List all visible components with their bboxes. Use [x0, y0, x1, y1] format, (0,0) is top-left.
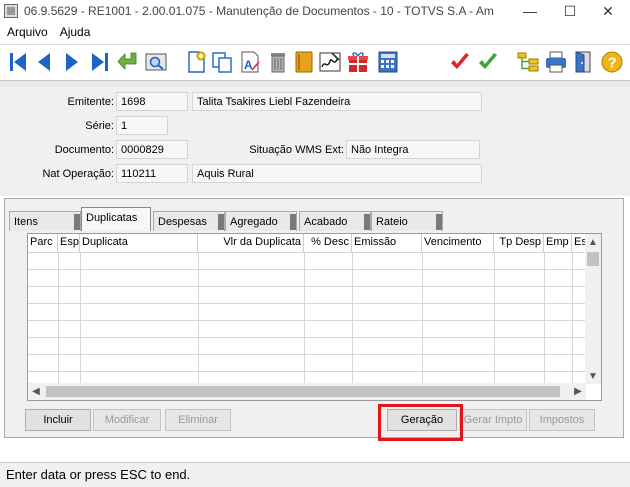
- tab-panel: Itens Duplicatas Despesas Agregado Acaba…: [4, 198, 624, 438]
- serie-label: Série:: [85, 120, 114, 132]
- documento-label: Documento:: [54, 144, 114, 156]
- nat-operacao-name-field: Aquis Rural: [192, 164, 482, 183]
- col-emissao[interactable]: Emissão: [352, 234, 422, 252]
- col-es[interactable]: Es: [572, 234, 586, 252]
- tab-agregado-label: Agregado: [230, 216, 278, 228]
- vertical-scroll-thumb[interactable]: [587, 252, 599, 266]
- emitente-name-field: Talita Tsakires Liebl Fazendeira: [192, 92, 482, 111]
- next-record-icon[interactable]: [60, 49, 84, 75]
- geracao-highlight-box: [378, 404, 463, 441]
- documento-field[interactable]: 0000829: [116, 140, 188, 159]
- emitente-label: Emitente:: [67, 96, 114, 108]
- nat-operacao-label: Nat Operação:: [42, 168, 114, 180]
- grid-vertical-scrollbar[interactable]: ▲ ▼: [585, 234, 601, 384]
- modificar-button[interactable]: Modificar: [93, 409, 161, 431]
- title-bar: 06.9.5629 - RE1001 - 2.00.01.075 - Manut…: [0, 0, 630, 22]
- scroll-down-icon[interactable]: ▼: [585, 368, 601, 384]
- tab-rateio[interactable]: Rateio: [371, 211, 443, 231]
- app-icon: [4, 4, 18, 18]
- scroll-up-icon[interactable]: ▲: [585, 234, 601, 250]
- tab-duplicatas[interactable]: Duplicatas: [81, 207, 151, 231]
- printer-icon[interactable]: [544, 49, 568, 75]
- duplicatas-grid[interactable]: Parc Esp Duplicata Vlr da Duplicata % De…: [27, 233, 602, 401]
- goto-arrow-icon[interactable]: [116, 49, 140, 75]
- new-document-icon[interactable]: [184, 49, 208, 75]
- confirm-green-check-icon[interactable]: [476, 49, 500, 75]
- gift-icon[interactable]: [346, 49, 370, 75]
- status-bar: Enter data or press ESC to end.: [0, 462, 630, 487]
- edit-document-icon[interactable]: A: [238, 49, 262, 75]
- nat-operacao-code-field[interactable]: 110211: [116, 164, 188, 183]
- menu-bar: Arquivo Ajuda: [0, 22, 630, 42]
- grid-horizontal-scrollbar[interactable]: ◀ ▶: [28, 383, 586, 400]
- minimize-button[interactable]: —: [510, 0, 550, 22]
- scroll-left-icon[interactable]: ◀: [28, 383, 44, 399]
- eliminar-button[interactable]: Eliminar: [165, 409, 231, 431]
- tab-despesas[interactable]: Despesas: [153, 211, 225, 231]
- situacao-wms-label: Situação WMS Ext:: [249, 144, 344, 156]
- col-vlr-duplicata[interactable]: Vlr da Duplicata: [198, 234, 304, 252]
- menu-ajuda[interactable]: Ajuda: [55, 25, 96, 39]
- help-icon[interactable]: ?: [600, 49, 624, 75]
- hierarchy-icon[interactable]: [516, 49, 540, 75]
- previous-record-icon[interactable]: [32, 49, 56, 75]
- toolbar: A ?: [0, 44, 630, 78]
- exit-door-icon[interactable]: [572, 49, 596, 75]
- col-emp[interactable]: Emp: [544, 234, 572, 252]
- search-icon[interactable]: [144, 49, 168, 75]
- close-button[interactable]: ✕: [588, 0, 628, 22]
- emitente-code-field[interactable]: 1698: [116, 92, 188, 111]
- svg-text:?: ?: [608, 55, 617, 72]
- copy-icon[interactable]: [210, 49, 234, 75]
- col-esp[interactable]: Esp: [58, 234, 80, 252]
- incluir-button[interactable]: Incluir: [25, 409, 91, 431]
- tab-agregado[interactable]: Agregado: [225, 211, 297, 231]
- tab-itens-label: Itens: [14, 216, 38, 228]
- horizontal-scroll-thumb[interactable]: [46, 386, 560, 397]
- svg-text:A: A: [244, 58, 253, 72]
- last-record-icon[interactable]: [88, 49, 112, 75]
- status-text: Enter data or press ESC to end.: [6, 467, 191, 482]
- grid-header: Parc Esp Duplicata Vlr da Duplicata % De…: [28, 234, 586, 252]
- confirm-red-check-icon[interactable]: [448, 49, 472, 75]
- document-header-form: Emitente: 1698 Talita Tsakires Liebl Faz…: [0, 86, 630, 196]
- col-tp-desp[interactable]: Tp Desp: [494, 234, 544, 252]
- impostos-button[interactable]: Impostos: [529, 409, 595, 431]
- col-parc[interactable]: Parc: [28, 234, 58, 252]
- signature-icon[interactable]: [318, 49, 342, 75]
- delete-trash-icon[interactable]: [266, 49, 290, 75]
- maximize-button[interactable]: ☐: [550, 0, 590, 22]
- gerar-impto-button[interactable]: Gerar Impto: [459, 409, 527, 431]
- tab-despesas-label: Despesas: [158, 216, 207, 228]
- tab-rateio-label: Rateio: [376, 216, 408, 228]
- col-desc[interactable]: % Desc: [304, 234, 352, 252]
- tab-duplicatas-label: Duplicatas: [86, 212, 138, 224]
- grid-lines: [28, 252, 586, 384]
- serie-field[interactable]: 1: [116, 116, 168, 135]
- scroll-right-icon[interactable]: ▶: [570, 383, 586, 399]
- tab-acabado[interactable]: Acabado: [299, 211, 371, 231]
- book-icon[interactable]: [292, 49, 316, 75]
- col-vencimento[interactable]: Vencimento: [422, 234, 494, 252]
- menu-arquivo[interactable]: Arquivo: [2, 25, 53, 39]
- window-title: 06.9.5629 - RE1001 - 2.00.01.075 - Manut…: [24, 4, 494, 18]
- calculator-icon[interactable]: [376, 49, 400, 75]
- tab-itens[interactable]: Itens: [9, 211, 81, 231]
- tab-acabado-label: Acabado: [304, 216, 348, 228]
- first-record-icon[interactable]: [6, 49, 30, 75]
- col-duplicata[interactable]: Duplicata: [80, 234, 198, 252]
- situacao-wms-field: Não Integra: [346, 140, 480, 159]
